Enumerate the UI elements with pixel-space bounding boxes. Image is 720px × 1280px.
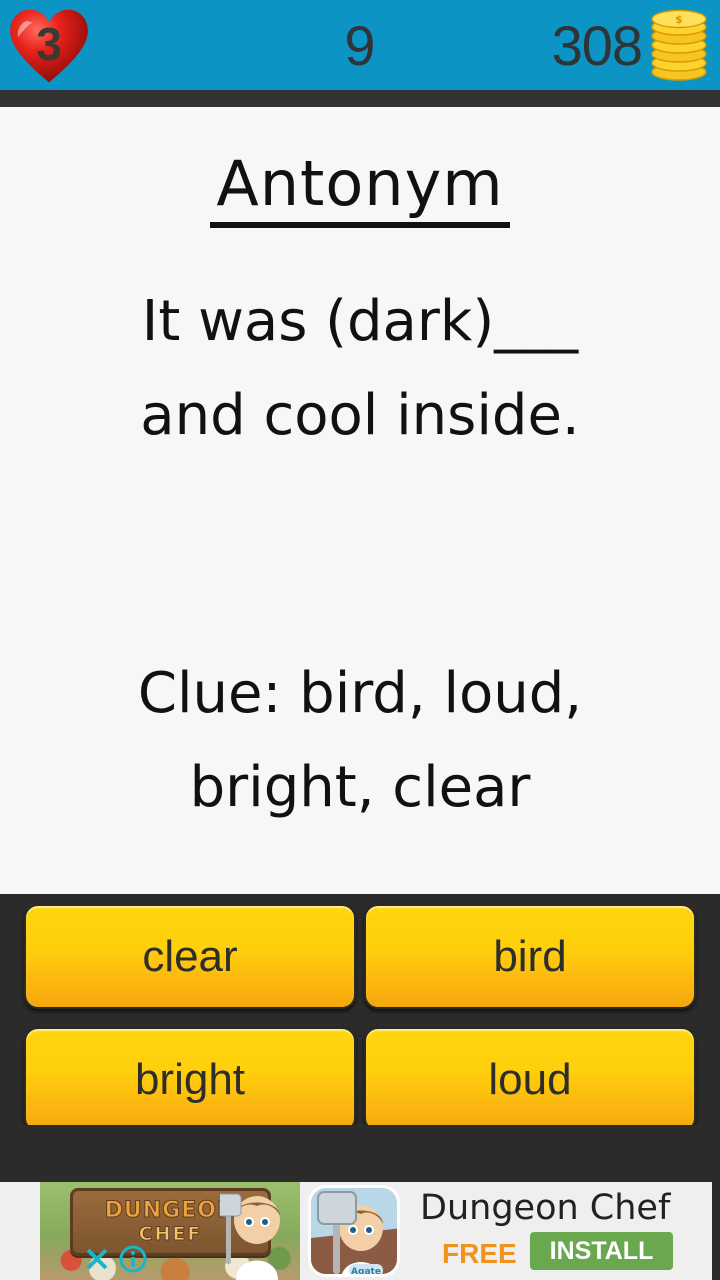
question-clue-line-1: Clue: bird, loud,: [137, 661, 583, 726]
answer-button-bird[interactable]: bird: [364, 904, 696, 1009]
question-category-label: Antonym: [210, 151, 510, 229]
ad-chef-character-icon: [220, 1193, 280, 1280]
ad-title: Dungeon Chef: [420, 1188, 671, 1228]
status-bar: 3 9 308 $: [0, 0, 720, 90]
question-prompt-line-1: It was (dark)___: [141, 289, 579, 354]
coins-indicator[interactable]: 308 $: [552, 0, 712, 90]
answer-button-loud[interactable]: loud: [364, 1027, 696, 1132]
question-prompt: It was (dark)___ and cool inside.: [40, 275, 680, 463]
coin-stack-icon: $: [651, 9, 707, 81]
ad-details: Dungeon Chef FREE INSTALL: [420, 1182, 720, 1280]
lives-count: 3: [36, 18, 62, 70]
answer-row-2: bright loud: [24, 1027, 696, 1132]
ad-logo-line-1: DUNGEON: [104, 1198, 237, 1223]
close-x-icon[interactable]: [82, 1244, 112, 1274]
answer-button-clear[interactable]: clear: [24, 904, 356, 1009]
answer-row-1: clear bird: [24, 904, 696, 1009]
ad-spacer: [0, 1125, 720, 1182]
question-category: Antonym: [0, 147, 720, 229]
info-icon[interactable]: [118, 1244, 148, 1274]
header-divider: [0, 90, 720, 107]
ad-install-button[interactable]: INSTALL: [530, 1232, 673, 1270]
ad-controls[interactable]: [82, 1244, 148, 1274]
ad-artwork: DUNGEON CHEF: [40, 1182, 300, 1280]
question-panel: Antonym It was (dark)___ and cool inside…: [0, 107, 720, 894]
svg-text:$: $: [675, 13, 683, 26]
ad-price-label: FREE: [442, 1238, 517, 1269]
question-clue-line-2: bright, clear: [189, 755, 531, 821]
coins-count: 308: [551, 13, 643, 77]
lives-indicator: 3: [8, 2, 94, 88]
ad-logo-line-2: CHEF: [138, 1223, 203, 1245]
question-prompt-line-2: and cool inside.: [140, 383, 580, 449]
answer-button-bright[interactable]: bright: [24, 1027, 356, 1132]
ad-banner[interactable]: DUNGEON CHEF Agate Dungeon Chef FREE INS…: [0, 1182, 720, 1280]
ad-app-badge-label: Agate: [351, 1267, 381, 1277]
question-clue: Clue: bird, loud, bright, clear: [40, 647, 680, 835]
ad-app-icon[interactable]: Agate: [308, 1185, 400, 1277]
ad-right-edge: [712, 1182, 720, 1280]
